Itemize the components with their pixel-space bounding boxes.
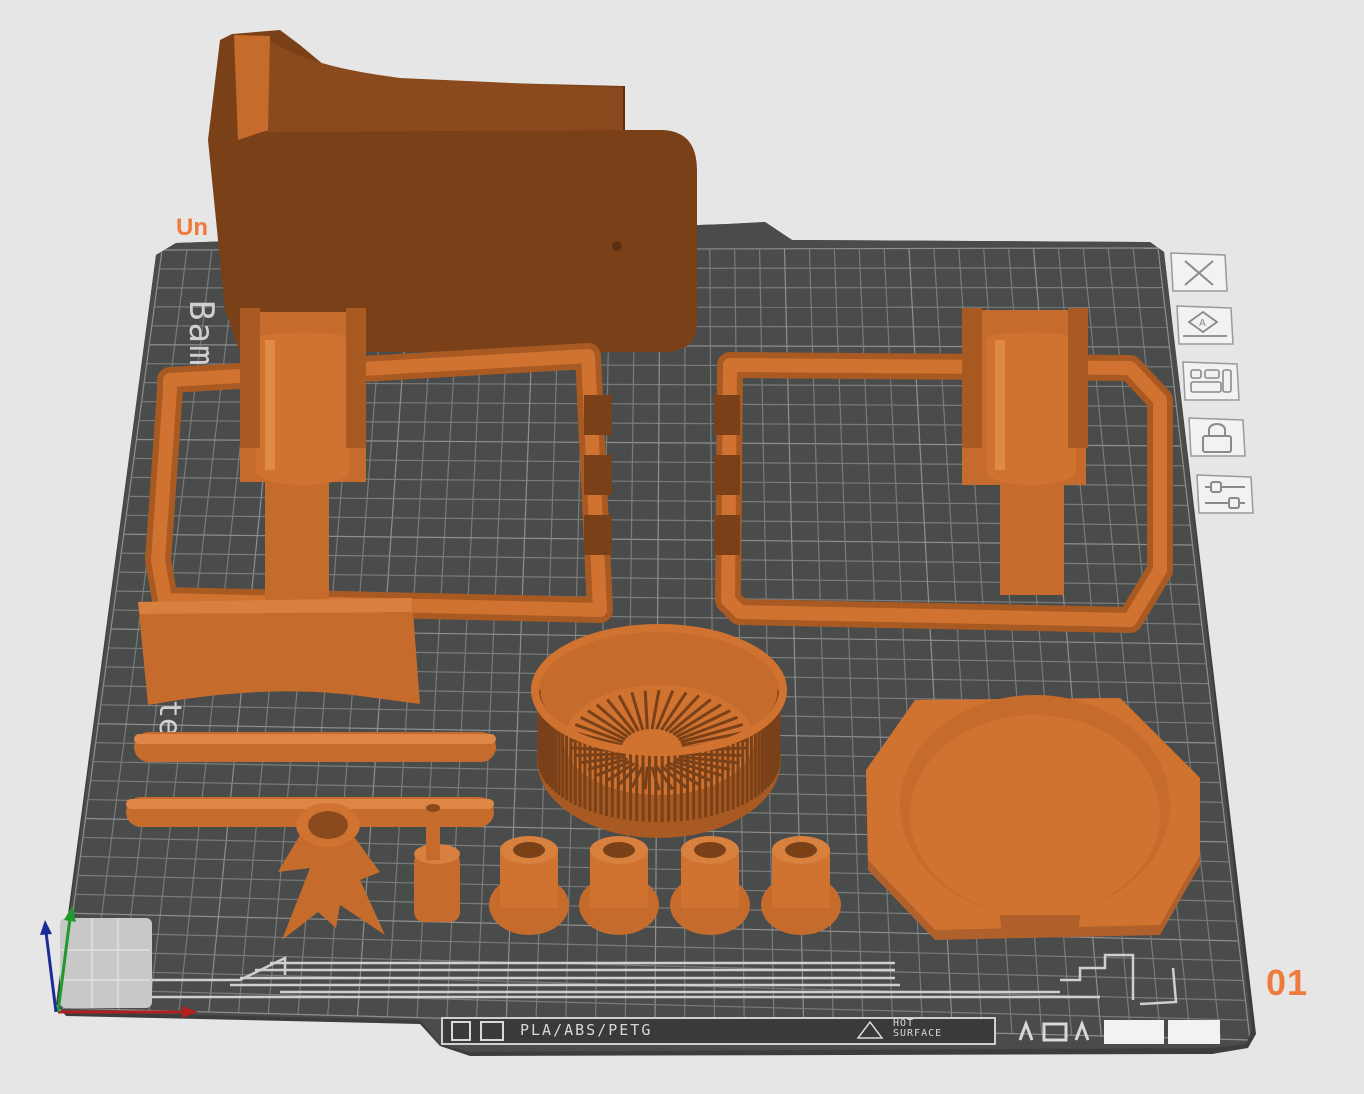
basket-part[interactable] [531, 624, 787, 838]
warning-line-2: SURFACE [893, 1028, 943, 1039]
plate-name-label[interactable]: Un [176, 214, 208, 242]
3d-viewport[interactable]: Bamb te [0, 0, 1364, 1094]
plate-number-label[interactable]: 01 [1266, 962, 1308, 1004]
filament-types-label: PLA/ABS/PETG [520, 1021, 653, 1039]
arrange-icon: A [1176, 305, 1234, 345]
octagon-base-part[interactable] [866, 695, 1200, 940]
rod-part[interactable] [134, 732, 496, 762]
close-icon [1170, 252, 1228, 292]
settings-icon [1196, 474, 1254, 514]
svg-text:te: te [152, 700, 187, 736]
bushing-part[interactable] [761, 836, 841, 935]
basket-spoke [643, 766, 649, 790]
close-plate-button[interactable] [1170, 252, 1228, 293]
basket-spoke [643, 690, 649, 730]
curved-bracket-part[interactable] [138, 598, 420, 705]
bushing-part[interactable] [489, 836, 569, 935]
back-panel-part[interactable] [208, 30, 697, 352]
auto-arrange-button[interactable]: A [1176, 305, 1234, 346]
orient-icon [1182, 361, 1240, 401]
lock-plate-button[interactable] [1188, 417, 1246, 458]
auto-orient-button[interactable] [1182, 361, 1240, 402]
lock-icon [1188, 417, 1246, 457]
hot-surface-warning: HOT SURFACE [893, 1019, 942, 1039]
svg-text:A: A [1199, 318, 1206, 329]
bushing-part[interactable] [670, 836, 750, 935]
bushing-part[interactable] [579, 836, 659, 935]
plate-settings-button[interactable] [1196, 474, 1254, 515]
